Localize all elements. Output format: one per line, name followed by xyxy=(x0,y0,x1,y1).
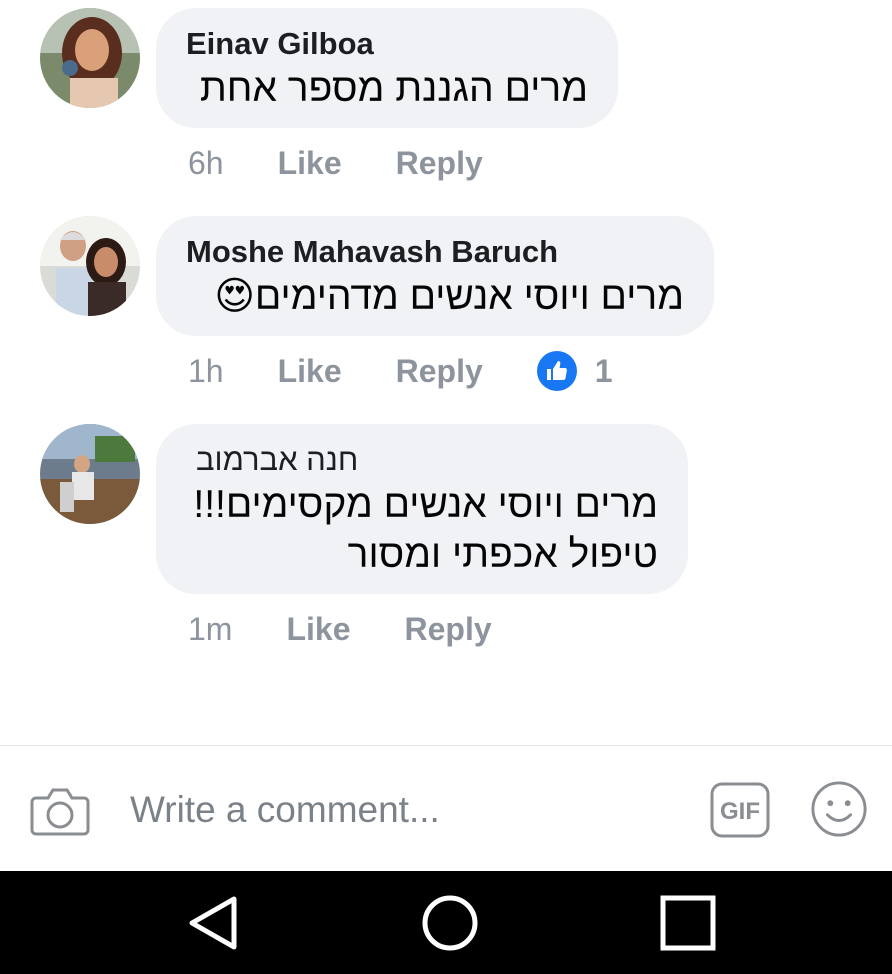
reaction-count-value: 1 xyxy=(594,353,613,389)
reaction-count[interactable]: 1 xyxy=(536,351,613,391)
comment-meta: 1h Like Reply 1 xyxy=(188,351,613,391)
comment-author[interactable]: Moshe Mahavash Baruch xyxy=(186,232,684,272)
comment-bubble[interactable]: Moshe Mahavash Baruch מרים ויוסי אנשים מ… xyxy=(156,216,714,336)
avatar[interactable] xyxy=(40,216,140,316)
comment-bubble[interactable]: חנה אברמוב מרים ויוסי אנשים מקסימים!!! ט… xyxy=(156,424,688,594)
back-triangle-icon[interactable] xyxy=(184,893,244,953)
like-button[interactable]: Like xyxy=(286,609,350,649)
comment-time[interactable]: 6h xyxy=(188,143,224,183)
reply-button[interactable]: Reply xyxy=(396,143,483,183)
comment-composer: Write a comment... GIF xyxy=(0,745,892,872)
like-button[interactable]: Like xyxy=(278,143,342,183)
reply-button[interactable]: Reply xyxy=(404,609,491,649)
comment-text: מרים ויוסי אנשים מקסימים!!! xyxy=(193,483,658,526)
avatar[interactable] xyxy=(40,424,140,524)
comment-text: מרים ויוסי אנשים מדהימים😍 xyxy=(214,275,684,318)
comment-input[interactable]: Write a comment... xyxy=(130,782,670,838)
comment-time[interactable]: 1m xyxy=(188,609,232,649)
camera-icon[interactable] xyxy=(30,782,90,838)
comment-meta: 6h Like Reply xyxy=(188,143,483,183)
reply-button[interactable]: Reply xyxy=(396,351,483,391)
gif-button[interactable]: GIF xyxy=(710,782,770,838)
comment-list: Einav Gilboa מרים הגננת מספר אחת 6h Like… xyxy=(0,0,892,745)
smiley-icon[interactable] xyxy=(810,780,868,838)
thumbs-up-icon xyxy=(536,351,577,391)
system-navbar xyxy=(0,871,892,974)
like-button[interactable]: Like xyxy=(278,351,342,391)
home-circle-icon[interactable] xyxy=(420,893,480,953)
avatar[interactable] xyxy=(40,8,140,108)
comment-author[interactable]: Einav Gilboa xyxy=(186,24,588,64)
comment-text: מרים הגננת מספר אחת xyxy=(199,67,588,110)
comment-author[interactable]: חנה אברמוב xyxy=(186,440,658,480)
comment-bubble[interactable]: Einav Gilboa מרים הגננת מספר אחת xyxy=(156,8,618,128)
recents-square-icon[interactable] xyxy=(658,893,718,953)
comment-meta: 1m Like Reply xyxy=(188,609,492,649)
gif-label: GIF xyxy=(720,798,760,825)
comment-text: טיפול אכפתי ומסור xyxy=(347,533,658,576)
comment-time[interactable]: 1h xyxy=(188,351,224,391)
